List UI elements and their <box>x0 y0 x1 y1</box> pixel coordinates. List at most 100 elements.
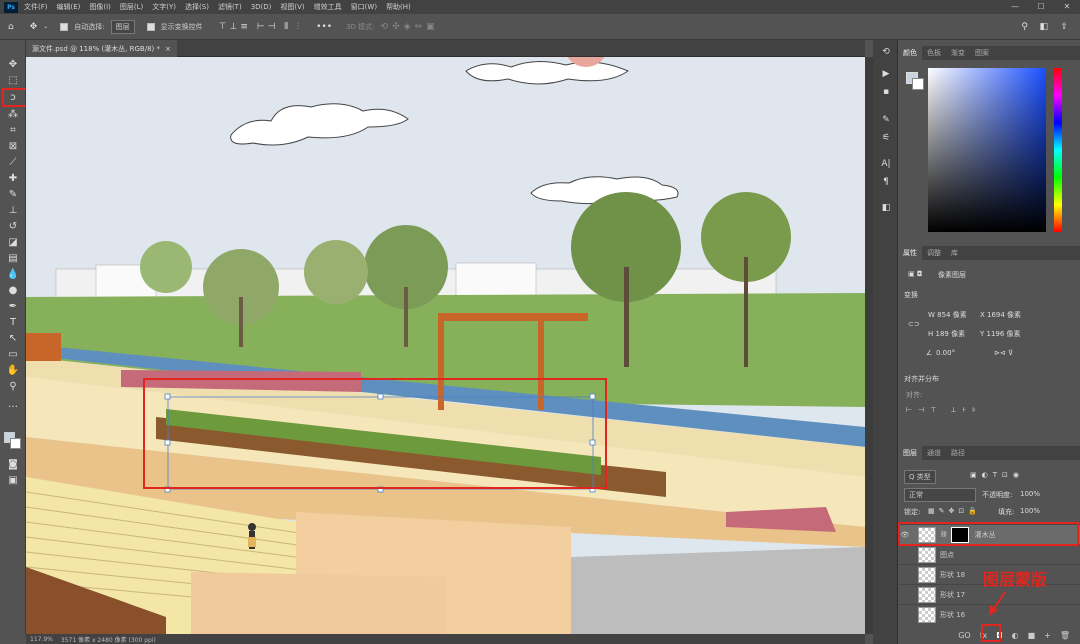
menu-layer[interactable]: 图层(L) <box>120 2 143 12</box>
document-canvas[interactable] <box>26 57 865 634</box>
menu-filter[interactable]: 滤镜(T) <box>218 2 242 12</box>
hand-tool-icon[interactable]: ✋ <box>3 364 23 378</box>
tab-libraries[interactable]: 库 <box>946 246 963 260</box>
layer-name: 形状 18 <box>940 570 966 579</box>
align-icons[interactable]: ⊢⊣⊤ ⊥⊦⊧ <box>906 406 982 414</box>
workspace-icon[interactable]: ◧ <box>1039 22 1048 32</box>
layer-name: 形状 16 <box>940 610 966 619</box>
new-group-icon[interactable]: ■ <box>1028 631 1036 640</box>
opacity-field[interactable]: 100% <box>1020 490 1040 498</box>
menu-file[interactable]: 文件(F) <box>24 2 48 12</box>
share-icon[interactable]: ⇪ <box>1060 22 1068 32</box>
menu-select[interactable]: 选择(S) <box>185 2 209 12</box>
history-brush-icon[interactable]: ↺ <box>3 220 23 234</box>
close-tab-icon[interactable]: × <box>165 45 171 53</box>
document-tab[interactable]: 源文件.psd @ 118% (灌木丛, RGB/8) * × <box>26 40 177 57</box>
move-tool-icon[interactable]: ✥ <box>3 58 23 72</box>
delete-layer-icon[interactable]: 🗑 <box>1060 631 1070 640</box>
brush-settings-icon[interactable]: ✎ <box>879 114 893 126</box>
menu-edit[interactable]: 编辑(E) <box>57 2 81 12</box>
menu-type[interactable]: 文字(Y) <box>152 2 176 12</box>
close-window-icon[interactable]: ✕ <box>1054 0 1080 14</box>
tab-patterns[interactable]: 图案 <box>970 46 994 60</box>
tab-swatches[interactable]: 色板 <box>922 46 946 60</box>
angle-field[interactable]: 0.00° <box>936 349 955 357</box>
chevron-down-icon[interactable]: ⌄ <box>43 23 48 30</box>
link-layers-icon[interactable]: GO <box>958 631 971 640</box>
menu-image[interactable]: 图像(I) <box>89 2 111 12</box>
search-icon[interactable]: ⚲ <box>1021 22 1028 32</box>
more-tools-icon[interactable]: … <box>3 398 23 412</box>
show-transform-checkbox[interactable] <box>146 22 155 31</box>
dodge-tool-icon[interactable]: ● <box>3 284 23 298</box>
menu-window[interactable]: 窗口(W) <box>351 2 377 12</box>
pen-tool-icon[interactable]: ✒ <box>3 300 23 314</box>
3d-icon[interactable]: ◧ <box>879 202 893 214</box>
tab-gradients[interactable]: 渐变 <box>946 46 970 60</box>
move-tool-icon[interactable]: ✥ <box>30 22 38 32</box>
play-actions-icon[interactable]: ▶ <box>879 68 893 80</box>
quick-mask-icon[interactable]: ◙ <box>3 458 23 472</box>
menu-help[interactable]: 帮助(H) <box>386 2 411 12</box>
zoom-tool-icon[interactable]: ⚲ <box>3 380 23 394</box>
filter-icons[interactable]: ▣◐T⊡◉ <box>970 471 1024 479</box>
selection-highlight-box <box>143 378 607 489</box>
tab-adjustments[interactable]: 调整 <box>922 246 946 260</box>
crop-tool-icon[interactable]: ⌗ <box>3 124 23 138</box>
brush-tool-icon[interactable]: ✎ <box>3 188 23 202</box>
comments-icon[interactable]: ▪ <box>879 86 893 98</box>
gradient-tool-icon[interactable]: ▤ <box>3 252 23 266</box>
blur-tool-icon[interactable]: 💧 <box>3 268 23 282</box>
maximize-icon[interactable]: ☐ <box>1028 0 1054 14</box>
3d-tools-icon[interactable]: ⟲✣◈⇔▣ <box>381 22 439 32</box>
eraser-tool-icon[interactable]: ◪ <box>3 236 23 250</box>
history-icon[interactable]: ⟲ <box>879 46 893 58</box>
lock-icons[interactable]: ▦✎✥⊡🔒 <box>928 507 981 515</box>
stamp-tool-icon[interactable]: ⊥ <box>3 204 23 218</box>
x-field[interactable]: X 1694 像素 <box>980 310 1021 320</box>
character-icon[interactable]: A| <box>879 158 893 170</box>
screen-mode-icon[interactable]: ▣ <box>3 474 23 488</box>
layer-select-dropdown[interactable]: 图层 <box>110 19 135 34</box>
tab-paths[interactable]: 路径 <box>946 446 970 460</box>
rectangle-tool-icon[interactable]: ▭ <box>3 348 23 362</box>
menu-plugins[interactable]: 增效工具 <box>314 2 342 12</box>
zoom-level[interactable]: 117.9% <box>30 636 53 643</box>
menu-view[interactable]: 视图(V) <box>280 2 304 12</box>
tab-layers[interactable]: 图层 <box>898 446 922 460</box>
path-select-tool-icon[interactable]: ↖ <box>3 332 23 346</box>
layer-row[interactable]: 图点 <box>898 544 1080 564</box>
frame-tool-icon[interactable]: ⊠ <box>3 140 23 154</box>
flip-icons[interactable]: ⊳⊲ ⊽ <box>994 349 1013 357</box>
minimize-icon[interactable]: — <box>1002 0 1028 14</box>
auto-select-checkbox[interactable] <box>60 22 69 31</box>
tab-channels[interactable]: 通道 <box>922 446 946 460</box>
home-icon[interactable]: ⌂ <box>8 22 14 32</box>
adjust-icon[interactable]: ⚟ <box>879 132 893 144</box>
link-icon[interactable]: ⊂⊃ <box>908 320 920 328</box>
more-options-button[interactable]: ••• <box>316 22 332 32</box>
new-layer-icon[interactable]: + <box>1044 631 1051 640</box>
height-field[interactable]: H 189 像素 <box>928 329 965 339</box>
hue-slider[interactable] <box>1054 68 1062 232</box>
magic-wand-tool-icon[interactable]: ⁂ <box>3 108 23 122</box>
adjustment-layer-icon[interactable]: ◐ <box>1012 631 1019 640</box>
tab-color[interactable]: 颜色 <box>898 46 922 60</box>
blend-mode-select[interactable]: 正常 <box>904 488 976 502</box>
type-tool-icon[interactable]: T <box>3 316 23 330</box>
y-field[interactable]: Y 1196 像素 <box>980 329 1021 339</box>
vertical-scrollbar[interactable] <box>865 57 873 634</box>
align-buttons-icon[interactable]: ⊤⊥≡ ⊢⊣ ⫴ ⫶ <box>219 22 303 32</box>
color-picker-field[interactable] <box>928 68 1046 232</box>
menu-3d[interactable]: 3D(D) <box>251 3 272 11</box>
tab-properties[interactable]: 属性 <box>898 246 922 260</box>
layer-filter-select[interactable]: Q 类型 <box>904 470 936 484</box>
fill-field[interactable]: 100% <box>1020 507 1040 515</box>
color-bg-swatch[interactable] <box>912 78 924 90</box>
width-field[interactable]: W 854 像素 <box>928 310 967 320</box>
paragraph-icon[interactable]: ¶ <box>879 176 893 188</box>
healing-brush-tool-icon[interactable]: ✚ <box>3 172 23 186</box>
eyedropper-tool-icon[interactable]: ⟋ <box>3 156 23 170</box>
marquee-tool-icon[interactable]: ⬚ <box>3 74 23 88</box>
background-color-swatch[interactable] <box>10 438 21 449</box>
